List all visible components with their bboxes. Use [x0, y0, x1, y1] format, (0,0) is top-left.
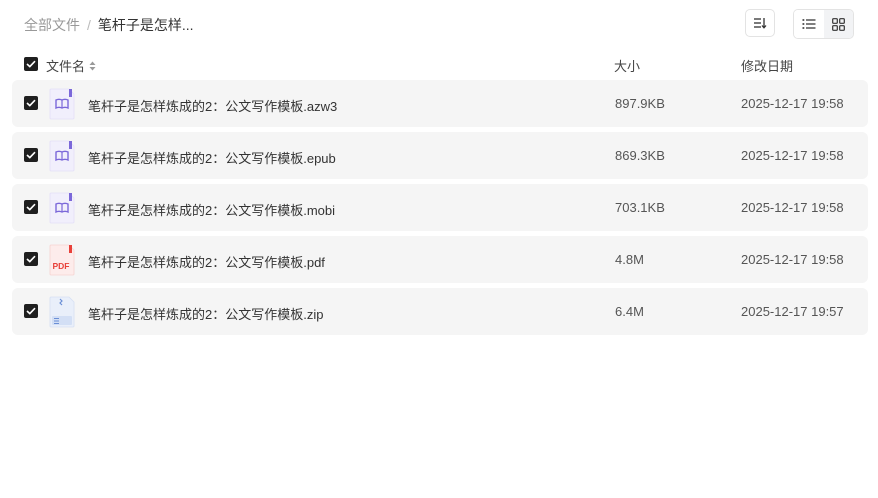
sort-icon	[754, 18, 767, 29]
breadcrumb-current: 笔杆子是怎样...	[97, 17, 194, 33]
file-name[interactable]: 笔杆子是怎样炼成的2：公文写作模板.epub	[88, 148, 336, 167]
file-row[interactable]: PDF 笔杆子是怎样炼成的2：公文写作模板.pdf 4.8M 2025-12-1…	[12, 236, 868, 283]
file-date: 2025-12-17 19:58	[741, 148, 844, 163]
breadcrumb-root-link[interactable]: 全部文件	[24, 15, 80, 35]
file-row[interactable]: 笔杆子是怎样炼成的2：公文写作模板.mobi 703.1KB 2025-12-1…	[12, 184, 868, 231]
column-header-name-label: 文件名	[46, 59, 86, 74]
row-checkbox[interactable]	[24, 252, 38, 266]
column-header-date[interactable]: 修改日期	[741, 56, 793, 75]
column-header-name[interactable]: 文件名	[46, 56, 96, 75]
file-date: 2025-12-17 19:58	[741, 252, 844, 267]
row-checkbox[interactable]	[24, 148, 38, 162]
file-list-header: 文件名 大小 修改日期	[12, 52, 868, 76]
sort-button[interactable]	[745, 9, 775, 37]
file-size: 869.3KB	[615, 148, 665, 163]
file-size: 703.1KB	[615, 200, 665, 215]
file-date: 2025-12-17 19:57	[741, 304, 844, 319]
check-icon	[26, 203, 36, 211]
file-row[interactable]: 笔杆子是怎样炼成的2：公文写作模板.zip 6.4M 2025-12-17 19…	[12, 288, 868, 335]
file-size: 4.8M	[615, 252, 644, 267]
row-checkbox[interactable]	[24, 304, 38, 318]
file-row[interactable]: 笔杆子是怎样炼成的2：公文写作模板.azw3 897.9KB 2025-12-1…	[12, 80, 868, 127]
file-name[interactable]: 笔杆子是怎样炼成的2：公文写作模板.azw3	[88, 96, 337, 115]
select-all-checkbox[interactable]	[24, 57, 38, 71]
file-size: 6.4M	[615, 304, 644, 319]
check-icon	[26, 99, 36, 107]
breadcrumb-separator: /	[87, 17, 91, 33]
grid-view-icon	[831, 17, 845, 31]
file-row[interactable]: 笔杆子是怎样炼成的2：公文写作模板.epub 869.3KB 2025-12-1…	[12, 132, 868, 179]
list-view-button[interactable]	[794, 10, 824, 38]
file-name[interactable]: 笔杆子是怎样炼成的2：公文写作模板.pdf	[88, 252, 325, 271]
row-checkbox[interactable]	[24, 96, 38, 110]
check-icon	[26, 60, 36, 68]
breadcrumb: 全部文件 / 笔杆子是怎样...	[24, 15, 194, 35]
view-toggle	[793, 9, 854, 39]
zip-icon	[49, 296, 75, 328]
column-header-size[interactable]: 大小	[614, 56, 640, 75]
ebook-icon	[49, 192, 75, 224]
ebook-icon	[49, 88, 75, 120]
grid-view-button[interactable]	[823, 10, 853, 38]
check-icon	[26, 151, 36, 159]
top-bar: 全部文件 / 笔杆子是怎样...	[0, 0, 878, 48]
file-date: 2025-12-17 19:58	[741, 96, 844, 111]
file-date: 2025-12-17 19:58	[741, 200, 844, 215]
check-icon	[26, 255, 36, 263]
file-name[interactable]: 笔杆子是怎样炼成的2：公文写作模板.mobi	[88, 200, 335, 219]
file-name[interactable]: 笔杆子是怎样炼成的2：公文写作模板.zip	[88, 304, 323, 323]
pdf-icon-label: PDF	[53, 261, 70, 271]
pdf-icon: PDF	[49, 244, 75, 276]
sort-arrows-icon	[89, 61, 96, 71]
ebook-icon	[49, 140, 75, 172]
file-size: 897.9KB	[615, 96, 665, 111]
list-view-icon	[802, 19, 816, 29]
row-checkbox[interactable]	[24, 200, 38, 214]
check-icon	[26, 307, 36, 315]
